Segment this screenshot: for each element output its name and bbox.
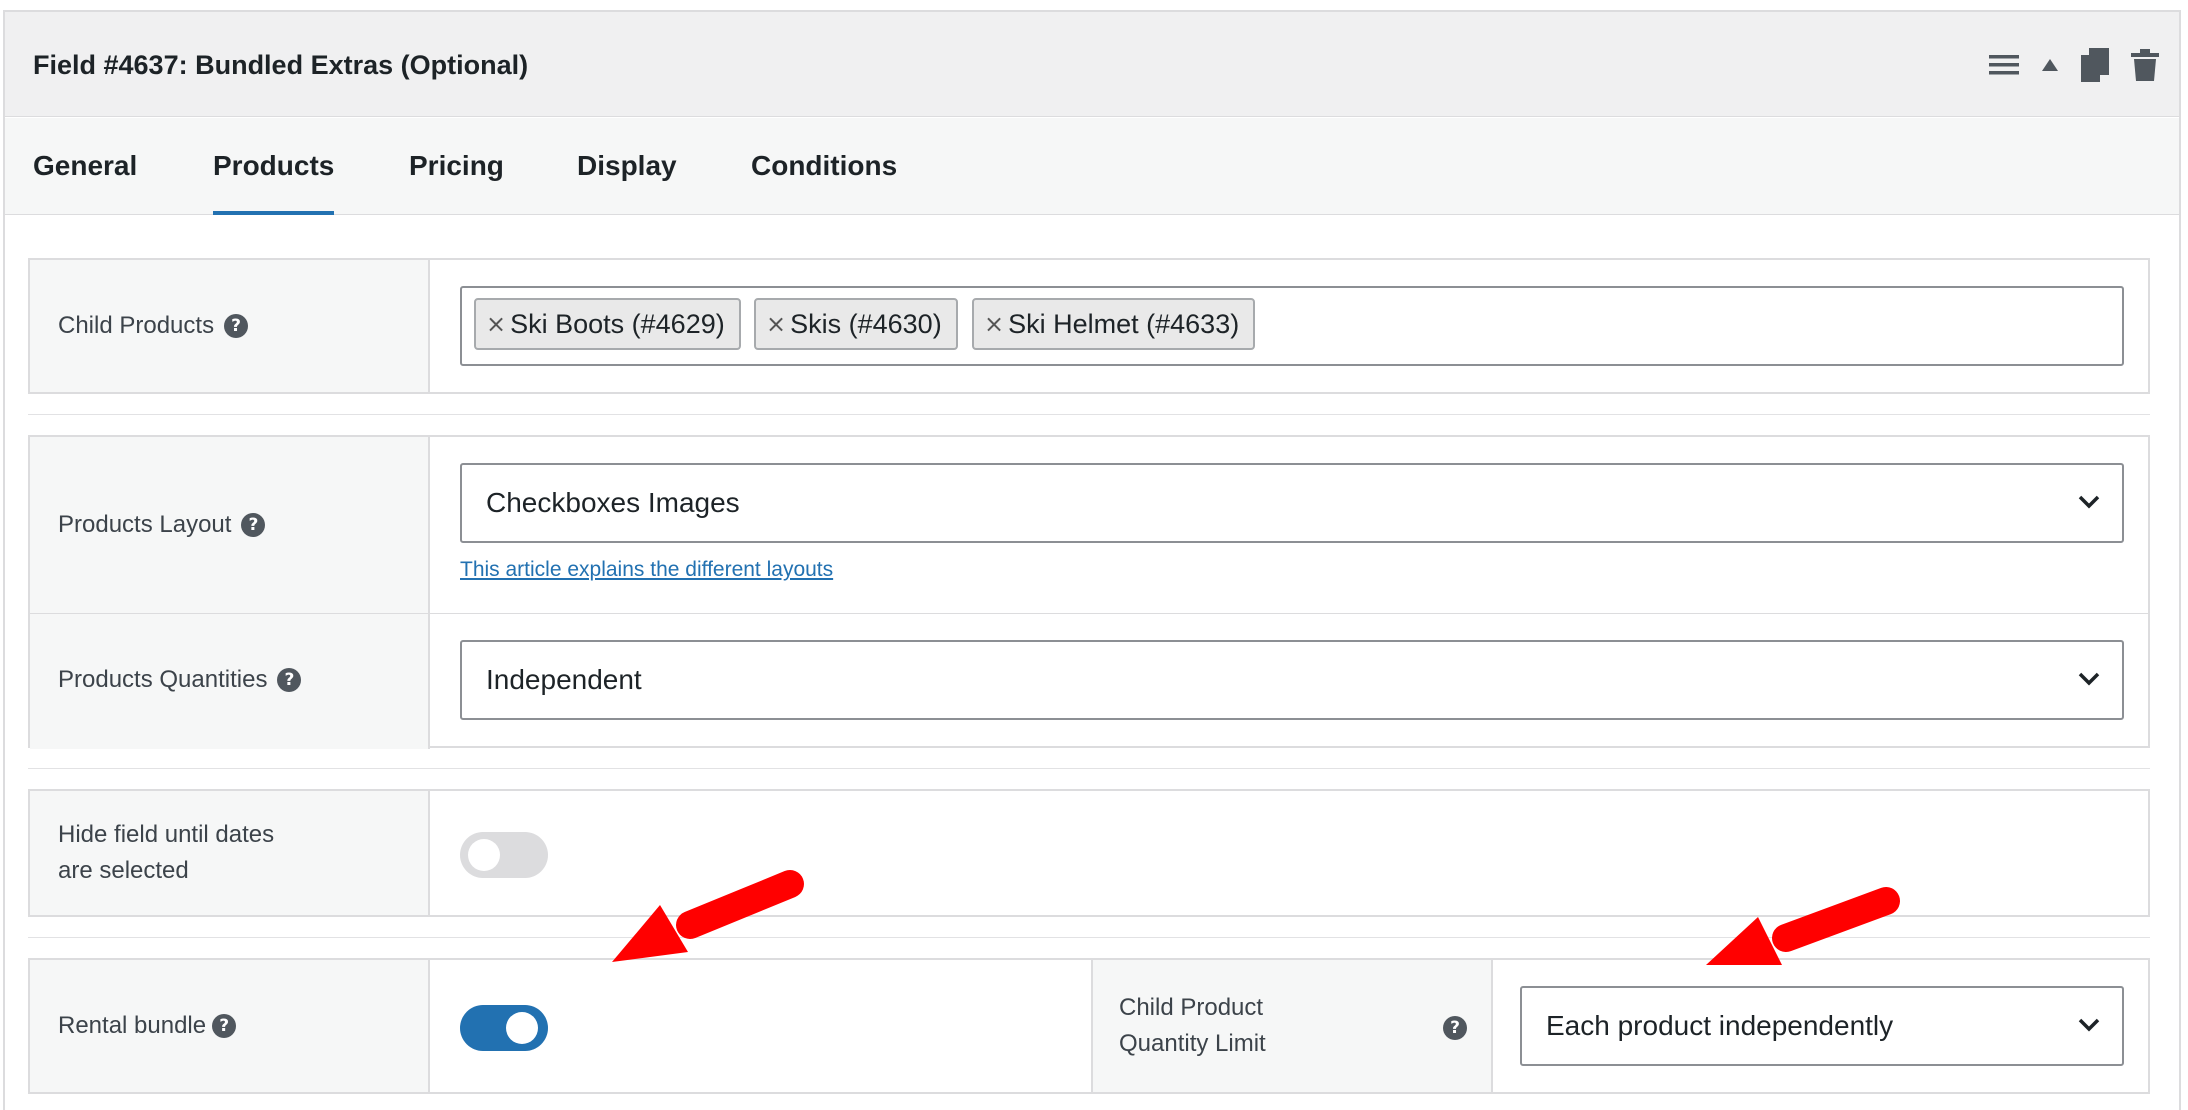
- annotation-arrow: [612, 870, 804, 962]
- annotation-arrow: [1706, 887, 1900, 965]
- annotation-layer: [612, 870, 1900, 965]
